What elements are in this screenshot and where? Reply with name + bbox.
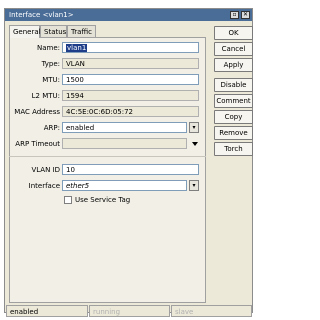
interface-dropdown-button[interactable]: ▾: [189, 180, 199, 191]
tab-status[interactable]: Status: [40, 25, 67, 37]
name-label: Name:: [36, 44, 60, 52]
tab-general[interactable]: General: [9, 25, 41, 38]
interface-label: Interface: [28, 182, 60, 190]
arp-timeout-label: ARP Timeout: [15, 140, 60, 148]
section-divider: [9, 156, 206, 157]
interface-dialog: Interface <vlan1> ▫ ✕ General Status Tra…: [4, 8, 253, 317]
status-enabled: enabled: [6, 305, 88, 317]
apply-button[interactable]: Apply: [214, 58, 253, 72]
tab-traffic[interactable]: Traffic: [67, 25, 96, 37]
remove-button[interactable]: Remove: [214, 126, 253, 140]
arp-timeout-field[interactable]: [62, 138, 187, 149]
mtu-field[interactable]: 1500: [62, 74, 199, 85]
arp-label: ARP:: [43, 124, 60, 132]
mac-label: MAC Address: [14, 108, 60, 116]
window-title: Interface <vlan1>: [9, 11, 74, 19]
status-slave: slave: [171, 305, 252, 317]
use-service-tag-checkbox[interactable]: [64, 196, 72, 204]
expand-arrow-icon[interactable]: [192, 142, 198, 146]
vlan-id-field[interactable]: 10: [62, 164, 199, 175]
chevron-down-icon: ▾: [192, 124, 196, 131]
chevron-down-icon: ▾: [192, 182, 196, 189]
ok-button[interactable]: OK: [214, 26, 253, 40]
arp-dropdown-button[interactable]: ▾: [189, 122, 199, 133]
cancel-button[interactable]: Cancel: [214, 42, 253, 56]
status-running: running: [89, 305, 170, 317]
close-icon[interactable]: ✕: [241, 11, 250, 19]
use-service-tag-label: Use Service Tag: [75, 196, 131, 204]
copy-button[interactable]: Copy: [214, 110, 253, 124]
title-bar[interactable]: Interface <vlan1> ▫ ✕: [5, 9, 252, 21]
l2mtu-label: L2 MTU:: [31, 92, 60, 100]
name-value: vlan1: [66, 44, 88, 52]
restore-icon[interactable]: ▫: [230, 11, 239, 19]
disable-button[interactable]: Disable: [214, 78, 253, 92]
mac-field: 4C:5E:0C:6D:05:72: [62, 106, 199, 117]
type-field: VLAN: [62, 58, 199, 69]
vlan-id-label: VLAN ID: [31, 166, 60, 174]
arp-select[interactable]: enabled: [62, 122, 187, 133]
name-field[interactable]: vlan1: [62, 42, 199, 53]
torch-button[interactable]: Torch: [214, 142, 253, 156]
comment-button[interactable]: Comment: [214, 94, 253, 108]
type-label: Type:: [41, 60, 60, 68]
l2mtu-field: 1594: [62, 90, 199, 101]
interface-select[interactable]: ether5: [62, 180, 187, 191]
mtu-label: MTU:: [42, 76, 60, 84]
